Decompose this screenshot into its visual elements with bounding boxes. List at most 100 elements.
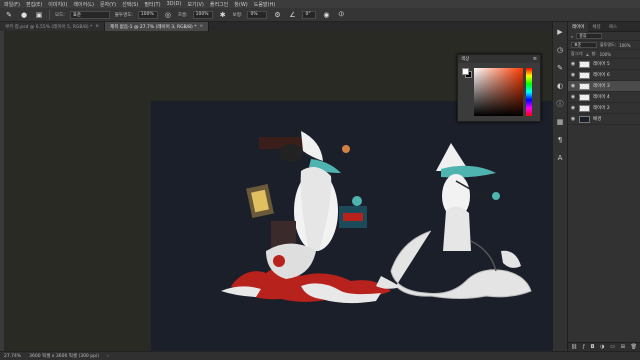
history-icon[interactable]: ◷ (555, 45, 565, 55)
blend-mode-select[interactable]: 표준 (571, 42, 597, 48)
visibility-eye-icon[interactable]: ◉ (570, 94, 576, 100)
status-bar: 27.74% 3600 픽셀 x 3600 픽셀 (300 ppi) › (0, 351, 640, 360)
tab-label: 제목 없음-1 @ 27.7% (레이어 3, RGB/8) * (110, 24, 197, 30)
layer-opacity-label: 불투명도: (600, 42, 617, 47)
pressure-size-icon[interactable]: ◉ (321, 10, 331, 20)
tab-document-1[interactable]: 쿠키 합.psd @ 6.55% (레이어 5, RGB/8) * × (0, 22, 106, 31)
pressure-opacity-icon[interactable]: ◎ (163, 10, 173, 20)
visibility-eye-icon[interactable]: ◉ (570, 83, 576, 89)
gear-icon[interactable]: ⚙ (272, 10, 282, 20)
adjustments-icon[interactable]: ◐ (555, 81, 565, 91)
adjustment-layer-icon[interactable]: ◑ (600, 344, 604, 350)
color-panel-header[interactable]: 색상 (458, 55, 540, 63)
layer-opacity-value[interactable]: 100% (619, 43, 630, 48)
layer-row[interactable]: ◉ 레이어 2 (568, 103, 640, 114)
info-icon[interactable]: ⓘ (555, 99, 565, 109)
visibility-eye-icon[interactable]: ◉ (570, 116, 576, 122)
menu-edit[interactable]: 편집(E) (26, 1, 42, 8)
mode-label: 모드: (55, 12, 65, 18)
symmetry-icon[interactable]: ⦶ (336, 10, 346, 20)
tab-channels[interactable]: 채널 (588, 22, 604, 32)
color-panel: 색상 ≡ (457, 54, 541, 122)
status-arrow-icon[interactable]: › (107, 354, 109, 359)
filter-kind-select[interactable]: 종류 (576, 33, 603, 39)
panel-menu-icon[interactable]: ≡ (533, 56, 537, 62)
layer-thumbnail (579, 82, 590, 90)
swatches-icon[interactable]: ▦ (555, 117, 565, 127)
foreground-color-swatch[interactable] (462, 68, 469, 75)
paragraph-icon[interactable]: ¶ (555, 135, 565, 145)
brush-tool-icon[interactable]: ✎ (4, 10, 14, 20)
flow-field[interactable]: 100% (192, 10, 213, 19)
document-canvas[interactable] (151, 101, 552, 351)
lock-row: 잠그기: 🔒︎ 칠: 100% (568, 50, 640, 59)
fill-label: 칠: (591, 51, 597, 56)
airbrush-icon[interactable]: ✱ (218, 10, 228, 20)
tab-document-2[interactable]: 제목 없음-1 @ 27.7% (레이어 3, RGB/8) * × (105, 22, 210, 31)
visibility-eye-icon[interactable]: ◉ (570, 61, 576, 67)
layer-row-selected[interactable]: ◉ 레이어 3 (568, 81, 640, 92)
right-character-group (376, 143, 532, 299)
opacity-field[interactable]: 100% (137, 10, 158, 19)
menu-image[interactable]: 이미지(I) (48, 1, 67, 8)
separator (49, 9, 50, 20)
menu-file[interactable]: 파일(F) (4, 1, 20, 8)
close-icon[interactable]: × (199, 24, 203, 29)
menu-view[interactable]: 보기(V) (187, 1, 204, 8)
lock-icon[interactable]: 🔒︎ (586, 52, 588, 57)
tab-paths[interactable]: 패스 (605, 22, 621, 32)
layer-thumbnail (579, 93, 590, 101)
fill-value[interactable]: 100% (600, 52, 611, 57)
menu-help[interactable]: 도움말(H) (254, 1, 275, 8)
visibility-eye-icon[interactable]: ◉ (570, 105, 576, 111)
new-layer-icon[interactable]: ⊞ (621, 344, 625, 350)
menu-select[interactable]: 선택(S) (122, 1, 138, 8)
layer-name: 레이어 5 (593, 62, 610, 67)
hue-slider[interactable] (526, 68, 532, 116)
play-icon[interactable]: ▶ (555, 27, 565, 37)
saturation-brightness-picker[interactable] (474, 68, 523, 116)
close-icon[interactable]: × (95, 24, 99, 29)
brush-settings-icon[interactable]: ▣ (34, 10, 44, 20)
options-bar: ✎ ● ▣ 모드: 표준 불투명도: 100% ◎ 흐름: 100% ✱ 보정:… (0, 8, 640, 22)
character-icon[interactable]: A (555, 153, 565, 163)
menu-type[interactable]: 문자(Y) (100, 1, 116, 8)
menu-window[interactable]: 창(W) (234, 1, 247, 8)
layers-panel-tabs: 레이어 채널 패스 (568, 21, 640, 32)
tab-label: 쿠키 합.psd @ 6.55% (레이어 5, RGB/8) * (5, 24, 93, 30)
layer-name: 레이어 4 (593, 95, 610, 100)
brush-panel-icon[interactable]: ✎ (555, 63, 565, 73)
lock-label: 잠그기: (571, 51, 584, 56)
fx-icon[interactable]: ƒ (583, 344, 585, 350)
menu-layer[interactable]: 레이어(L) (73, 1, 94, 8)
layer-row[interactable]: ◉ 레이어 5 (568, 59, 640, 70)
layer-name: 레이어 3 (593, 84, 610, 89)
zoom-level[interactable]: 27.74% (4, 354, 21, 359)
group-folder-icon[interactable]: ▭ (610, 344, 615, 350)
opacity-label: 불투명도: (114, 12, 133, 18)
visibility-eye-icon[interactable]: ◉ (570, 72, 576, 78)
layer-row-background[interactable]: ◉ 배경 (568, 114, 640, 125)
brush-preset-icon[interactable]: ● (19, 10, 29, 20)
filter-icon: ⌕ (571, 33, 574, 39)
layer-filter-row: ⌕ 종류 (568, 32, 640, 41)
smoothing-field[interactable]: 0% (247, 10, 268, 19)
layer-row[interactable]: ◉ 레이어 6 (568, 70, 640, 81)
link-icon[interactable]: ⛓ (571, 344, 577, 350)
menu-3d[interactable]: 3D(D) (167, 1, 182, 7)
layers-panel: 레이어 채널 패스 ⌕ 종류 표준 불투명도: 100% 잠그기: 🔒︎ 칠: … (568, 21, 640, 351)
layer-thumbnail (579, 104, 590, 112)
trash-icon[interactable]: 🗑︎ (631, 344, 637, 350)
artwork-illustration (221, 131, 532, 304)
layers-panel-footer: ⛓ ƒ ◘ ◑ ▭ ⊞ 🗑︎ (568, 342, 640, 351)
menu-plugins[interactable]: 플러그인 (210, 1, 228, 8)
angle-field[interactable]: 0° (302, 10, 317, 19)
mode-select[interactable]: 표준 (69, 10, 110, 19)
menu-filter[interactable]: 필터(T) (144, 1, 160, 8)
tab-layers[interactable]: 레이어 (568, 21, 589, 32)
smoothing-label: 보정: (232, 12, 243, 18)
mask-icon[interactable]: ◘ (590, 344, 594, 350)
left-character-group (221, 131, 391, 304)
layer-thumbnail (579, 60, 590, 68)
layer-row[interactable]: ◉ 레이어 4 (568, 92, 640, 103)
